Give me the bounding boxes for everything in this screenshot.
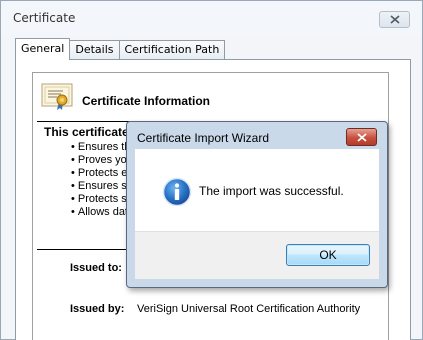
certificate-heading: Certificate Information <box>82 94 211 108</box>
list-item: Allows dat <box>71 206 133 219</box>
close-icon <box>356 132 367 142</box>
window-title: Certificate <box>13 11 76 25</box>
import-wizard-dialog: Certificate Import Wizard The import was… <box>126 121 388 288</box>
close-icon <box>389 15 400 24</box>
dialog-title: Certificate Import Wizard <box>137 131 270 145</box>
ok-button[interactable]: OK <box>286 244 370 266</box>
list-item: Protects s <box>71 193 133 206</box>
dialog-body: The import was successful. <box>135 149 379 231</box>
tab-certification-path[interactable]: Certification Path <box>118 40 226 60</box>
intent-heading: This certificate <box>44 125 129 139</box>
window-close-button[interactable] <box>379 11 410 28</box>
window-titlebar[interactable]: Certificate <box>1 1 422 35</box>
dialog-close-button[interactable] <box>346 128 377 146</box>
purpose-list: Ensures th Proves you Protects e Ensures… <box>71 141 133 219</box>
issued-by-label: Issued by: <box>70 303 125 315</box>
dialog-footer: OK <box>135 231 379 279</box>
info-icon <box>162 177 192 207</box>
certificate-icon <box>41 83 73 110</box>
issued-by-value: VeriSign Universal Root Certification Au… <box>137 303 361 315</box>
tab-details[interactable]: Details <box>69 40 120 60</box>
list-item: Ensures so <box>71 180 133 193</box>
list-item: Protects e <box>71 167 133 180</box>
list-item: Ensures th <box>71 141 133 154</box>
list-item: Proves you <box>71 154 133 167</box>
dialog-message: The import was successful. <box>199 184 344 198</box>
issued-to-label: Issued to: <box>70 262 122 274</box>
tab-strip: General Details Certification Path <box>15 38 226 60</box>
tab-general[interactable]: General <box>15 38 71 60</box>
